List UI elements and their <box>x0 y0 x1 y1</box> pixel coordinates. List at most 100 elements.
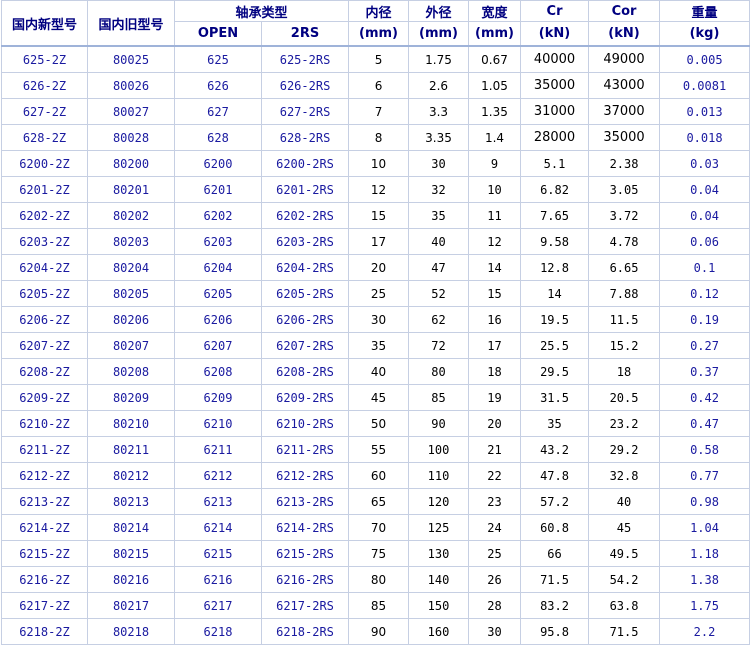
cell-cor: 18 <box>588 358 661 385</box>
cell-outer-diameter: 85 <box>408 384 470 411</box>
cell-cr: 35000 <box>520 72 590 99</box>
cell-width: 20 <box>468 410 522 437</box>
cell-new-model: 6200-2Z <box>1 150 88 177</box>
cell-2rs-type: 6201-2RS <box>260 176 350 203</box>
header-outer-diameter: 外径 <box>408 0 470 22</box>
cell-outer-diameter: 32 <box>408 176 470 203</box>
cell-outer-diameter: 35 <box>408 202 470 229</box>
cell-inner-diameter: 90 <box>348 618 410 645</box>
cell-inner-diameter: 50 <box>348 410 410 437</box>
cell-weight: 1.18 <box>659 540 751 567</box>
table-row: 6210-2Z 80210 6210 6210-2RS 50 90 20 35 23.2 0.47 <box>1 410 751 437</box>
table-row: 6212-2Z 80212 6212 6212-2RS 60 110 22 47.8 32.8 0… <box>1 462 751 489</box>
cell-cor: 54.2 <box>588 566 661 593</box>
cell-outer-diameter: 1.75 <box>408 45 470 73</box>
cell-inner-diameter: 10 <box>348 150 410 177</box>
table-row: 6217-2Z 80217 6217 6217-2RS 85 150 28 83.2 63.8 1… <box>1 592 751 619</box>
cell-weight: 0.04 <box>659 176 751 203</box>
cell-open-type: 6213 <box>174 488 262 515</box>
cell-weight: 0.04 <box>659 202 751 229</box>
cell-old-model: 80211 <box>87 436 175 463</box>
cell-open-type: 628 <box>174 124 262 151</box>
cell-inner-diameter: 40 <box>348 358 410 385</box>
cell-weight: 0.005 <box>659 45 751 73</box>
cell-open-type: 6215 <box>174 540 262 567</box>
table-row: 6205-2Z 80205 6205 6205-2RS 25 52 15 14 7.88 0.12 <box>1 280 751 307</box>
header-inner-diameter: 内径 <box>348 0 410 22</box>
cell-outer-diameter: 130 <box>408 540 470 567</box>
cell-inner-diameter: 75 <box>348 540 410 567</box>
cell-width: 1.4 <box>468 124 522 151</box>
cell-inner-diameter: 20 <box>348 254 410 281</box>
cell-width: 23 <box>468 488 522 515</box>
cell-2rs-type: 6217-2RS <box>260 592 350 619</box>
cell-cr: 83.2 <box>520 592 590 619</box>
cell-new-model: 6210-2Z <box>1 410 88 437</box>
cell-outer-diameter: 125 <box>408 514 470 541</box>
bearing-spec-table: 国内新型号 国内旧型号 轴承类型 内径 外径 宽度 Cr Cor 重量 OPEN… <box>1 0 751 645</box>
cell-cr: 31.5 <box>520 384 590 411</box>
cell-cr: 29.5 <box>520 358 590 385</box>
cell-inner-diameter: 15 <box>348 202 410 229</box>
table-row: 6215-2Z 80215 6215 6215-2RS 75 130 25 66 49.5 1.1… <box>1 540 751 567</box>
cell-2rs-type: 6211-2RS <box>260 436 350 463</box>
cell-weight: 0.77 <box>659 462 751 489</box>
header-2rs: 2RS <box>260 21 350 47</box>
cell-width: 28 <box>468 592 522 619</box>
cell-weight: 0.37 <box>659 358 751 385</box>
cell-old-model: 80025 <box>87 45 175 73</box>
table-row: 6203-2Z 80203 6203 6203-2RS 17 40 12 9.58 4.78 0.… <box>1 228 751 255</box>
cell-inner-diameter: 35 <box>348 332 410 359</box>
cell-inner-diameter: 8 <box>348 124 410 151</box>
cell-old-model: 80026 <box>87 72 175 99</box>
cell-weight: 0.1 <box>659 254 751 281</box>
cell-cor: 2.38 <box>588 150 661 177</box>
cell-cor: 32.8 <box>588 462 661 489</box>
cell-width: 25 <box>468 540 522 567</box>
cell-cr: 28000 <box>520 124 590 151</box>
cell-cr: 60.8 <box>520 514 590 541</box>
cell-outer-diameter: 110 <box>408 462 470 489</box>
cell-2rs-type: 6212-2RS <box>260 462 350 489</box>
cell-weight: 0.0081 <box>659 72 751 99</box>
cell-2rs-type: 625-2RS <box>260 45 350 73</box>
cell-outer-diameter: 150 <box>408 592 470 619</box>
cell-open-type: 625 <box>174 45 262 73</box>
cell-outer-diameter: 120 <box>408 488 470 515</box>
cell-weight: 2.2 <box>659 618 751 645</box>
cell-2rs-type: 6215-2RS <box>260 540 350 567</box>
cell-width: 9 <box>468 150 522 177</box>
table-row: 625-2Z 80025 625 625-2RS 5 1.75 0.67 40000 49000… <box>1 45 751 73</box>
cell-old-model: 80207 <box>87 332 175 359</box>
cell-weight: 0.42 <box>659 384 751 411</box>
cell-old-model: 80208 <box>87 358 175 385</box>
table-row: 6201-2Z 80201 6201 6201-2RS 12 32 10 6.82 3.05 0.… <box>1 176 751 203</box>
cell-cr: 12.8 <box>520 254 590 281</box>
cell-cor: 23.2 <box>588 410 661 437</box>
cell-open-type: 626 <box>174 72 262 99</box>
cell-open-type: 6217 <box>174 592 262 619</box>
cell-2rs-type: 6208-2RS <box>260 358 350 385</box>
cell-cr: 57.2 <box>520 488 590 515</box>
cell-cor: 29.2 <box>588 436 661 463</box>
cell-open-type: 6207 <box>174 332 262 359</box>
cell-2rs-type: 627-2RS <box>260 98 350 125</box>
cell-width: 26 <box>468 566 522 593</box>
cell-weight: 1.04 <box>659 514 751 541</box>
table-row: 6211-2Z 80211 6211 6211-2RS 55 100 21 43.2 29.2 0… <box>1 436 751 463</box>
cell-inner-diameter: 65 <box>348 488 410 515</box>
cell-cor: 11.5 <box>588 306 661 333</box>
cell-weight: 0.12 <box>659 280 751 307</box>
cell-outer-diameter: 100 <box>408 436 470 463</box>
cell-new-model: 6217-2Z <box>1 592 88 619</box>
cell-weight: 1.75 <box>659 592 751 619</box>
cell-open-type: 6204 <box>174 254 262 281</box>
header-open: OPEN <box>174 21 262 47</box>
cell-old-model: 80218 <box>87 618 175 645</box>
cell-old-model: 80217 <box>87 592 175 619</box>
cell-open-type: 6208 <box>174 358 262 385</box>
cell-width: 0.67 <box>468 45 522 73</box>
cell-cr: 43.2 <box>520 436 590 463</box>
cell-outer-diameter: 160 <box>408 618 470 645</box>
table-body: 国内新型号 国内旧型号 轴承类型 内径 外径 宽度 Cr Cor 重量 OPEN… <box>1 0 751 645</box>
